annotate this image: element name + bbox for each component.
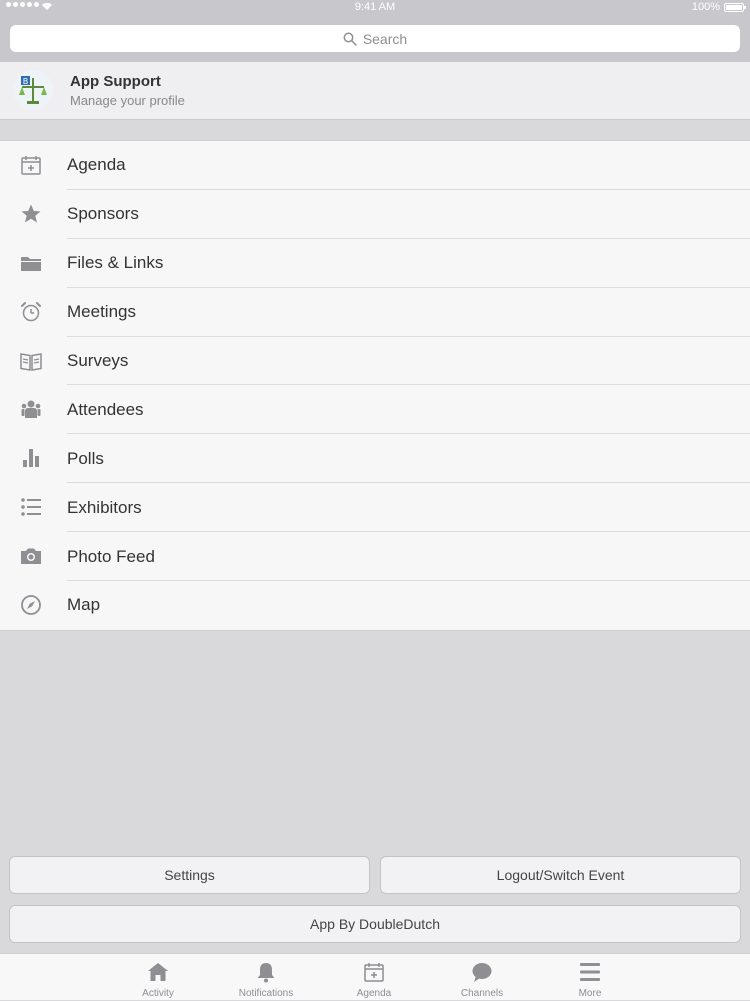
bell-icon — [257, 963, 275, 983]
settings-button[interactable]: Settings — [9, 856, 370, 894]
bar-chart-icon — [23, 449, 39, 468]
list-icon — [21, 498, 41, 517]
star-icon — [21, 204, 41, 223]
battery-percent: 100% — [691, 1, 720, 13]
menu-item-meetings[interactable]: Meetings — [0, 288, 750, 337]
camera-icon — [21, 548, 41, 565]
profile-subtitle: Manage your profile — [70, 93, 185, 108]
menu-item-label: Sponsors — [67, 204, 139, 224]
status-bar: 9:41 AM 100% — [0, 0, 750, 16]
tab-label: Activity — [142, 988, 174, 999]
tab-notifications[interactable]: Notifications — [216, 954, 316, 1001]
menu-item-label: Files & Links — [67, 253, 164, 273]
profile-name: App Support — [70, 73, 161, 90]
main-menu: Agenda Sponsors Files & Links Meetings S… — [0, 140, 750, 631]
tab-label: Channels — [460, 988, 504, 999]
alarm-clock-icon — [21, 301, 41, 321]
status-time: 9:41 AM — [354, 1, 396, 13]
search-input[interactable]: Search — [10, 25, 740, 52]
menu-item-label: Meetings — [67, 302, 136, 322]
tab-label: More — [578, 988, 602, 999]
logout-switch-event-button[interactable]: Logout/Switch Event — [380, 856, 741, 894]
tab-more[interactable]: More — [540, 954, 640, 1001]
menu-item-label: Polls — [67, 448, 104, 468]
search-icon — [343, 32, 357, 46]
menu-item-map[interactable]: Map — [0, 581, 750, 630]
tab-agenda[interactable]: Agenda — [324, 954, 424, 1001]
tab-label: Notifications — [238, 988, 294, 999]
svg-text:B: B — [23, 77, 29, 86]
menu-item-label: Surveys — [67, 351, 129, 370]
calendar-icon — [364, 963, 384, 982]
battery-icon — [724, 3, 746, 12]
calendar-icon — [21, 156, 41, 175]
menu-item-sponsors[interactable]: Sponsors — [0, 190, 750, 239]
profile-row[interactable]: B App Support Manage your profile — [0, 62, 750, 120]
folder-icon — [21, 256, 41, 271]
compass-icon — [21, 595, 41, 615]
scales-logo-icon: B — [19, 76, 47, 104]
app-by-button[interactable]: App By DoubleDutch — [9, 905, 741, 943]
menu-item-files-links[interactable]: Files & Links — [0, 239, 750, 288]
search-placeholder: Search — [362, 30, 408, 47]
chat-bubble-icon — [472, 963, 492, 982]
menu-item-attendees[interactable]: Attendees — [0, 385, 750, 435]
menu-item-agenda[interactable]: Agenda — [0, 141, 750, 190]
avatar: B — [13, 70, 53, 110]
menu-item-label: Photo Feed — [67, 546, 155, 566]
menu-item-surveys[interactable]: Surveys — [0, 337, 750, 386]
people-icon — [21, 400, 41, 419]
tab-bar: Activity Notifications Agenda Channels M… — [0, 953, 750, 1000]
menu-icon — [580, 963, 600, 981]
menu-item-label: Agenda — [67, 155, 126, 175]
tab-label: Agenda — [356, 988, 392, 999]
menu-item-label: Attendees — [67, 399, 144, 419]
menu-item-label: Exhibitors — [67, 497, 142, 517]
book-icon — [20, 352, 42, 371]
tab-channels[interactable]: Channels — [432, 954, 532, 1001]
menu-item-label: Map — [67, 595, 101, 615]
menu-item-polls[interactable]: Polls — [0, 434, 750, 484]
home-icon — [148, 963, 168, 981]
menu-item-photo-feed[interactable]: Photo Feed — [0, 532, 750, 582]
tab-activity[interactable]: Activity — [108, 954, 208, 1001]
menu-item-exhibitors[interactable]: Exhibitors — [0, 483, 750, 533]
